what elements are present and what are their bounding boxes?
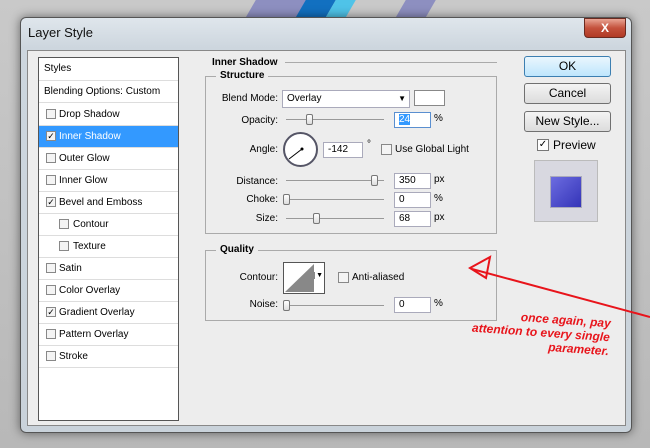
contour-curve-icon (285, 264, 314, 292)
style-item-inner-glow[interactable]: Inner Glow (39, 170, 178, 192)
style-item-label: Drop Shadow (59, 109, 120, 120)
size-slider-thumb[interactable] (313, 213, 320, 224)
angle-unit: ° (367, 139, 371, 150)
style-item-label: Texture (73, 241, 106, 252)
style-item-label: Outer Glow (59, 153, 110, 164)
contour-label: Contour: (239, 272, 278, 283)
checkbox[interactable] (46, 351, 56, 361)
style-item-color-overlay[interactable]: Color Overlay (39, 280, 178, 302)
style-item-label: Inner Glow (59, 175, 108, 186)
style-item-label: Pattern Overlay (59, 329, 129, 340)
style-item-blending-options-custom[interactable]: Blending Options: Custom (39, 81, 178, 103)
size-input[interactable]: 68 (394, 211, 431, 227)
distance-slider-thumb[interactable] (371, 175, 378, 186)
choke-slider-track[interactable] (286, 199, 384, 201)
noise-input[interactable]: 0 (394, 297, 431, 313)
chevron-down-icon: ▼ (314, 272, 323, 279)
anti-aliased-checkbox[interactable] (338, 272, 349, 283)
checkbox[interactable] (46, 285, 56, 295)
checkbox[interactable]: ✓ (46, 131, 56, 141)
contour-picker[interactable]: ▼ (283, 262, 325, 294)
global-light-label: Use Global Light (395, 144, 469, 155)
window-title: Layer Style (28, 25, 94, 40)
noise-slider-thumb[interactable] (283, 300, 290, 311)
checkbox[interactable] (46, 329, 56, 339)
quality-title: Quality (216, 244, 258, 255)
size-unit: px (434, 212, 445, 223)
noise-slider-track[interactable] (286, 305, 384, 307)
styles-list: Styles Blending Options: Custom Drop Shado… (38, 57, 179, 421)
global-light-checkbox[interactable] (381, 144, 392, 155)
style-item-label: Stroke (59, 351, 88, 362)
checkbox[interactable] (46, 263, 56, 273)
size-label: Size: (255, 213, 278, 224)
style-item-label: Color Overlay (59, 285, 121, 296)
style-item-label: Inner Shadow (59, 131, 121, 142)
new-style-button[interactable]: New Style... (524, 111, 611, 132)
style-item-outer-glow[interactable]: Outer Glow (39, 148, 178, 170)
anti-aliased-label: Anti-aliased (352, 272, 405, 283)
cancel-button[interactable]: Cancel (524, 83, 611, 104)
opacity-input[interactable]: 24 (394, 112, 431, 128)
checkbox[interactable] (46, 175, 56, 185)
ok-button[interactable]: OK (524, 56, 611, 77)
style-item-label: Contour (73, 219, 109, 230)
style-item-inner-shadow[interactable]: ✓ Inner Shadow (39, 126, 178, 148)
style-item-texture[interactable]: Texture (39, 236, 178, 258)
structure-title: Structure (216, 70, 269, 81)
choke-unit: % (434, 193, 443, 204)
checkbox[interactable] (46, 153, 56, 163)
blend-mode-value: Overlay (287, 93, 322, 104)
preview-thumbnail (550, 176, 582, 208)
checkbox[interactable]: ✓ (46, 307, 56, 317)
distance-label: Distance: (236, 176, 278, 187)
distance-unit: px (434, 174, 445, 185)
opacity-slider-track[interactable] (286, 119, 384, 121)
opacity-value: 24 (399, 114, 411, 125)
preview-checkbox[interactable]: ✓ (537, 139, 549, 151)
opacity-label: Opacity: (241, 115, 278, 126)
checkbox[interactable] (46, 109, 56, 119)
divider (285, 62, 497, 63)
preview-label: Preview (553, 138, 596, 152)
angle-needle-icon (288, 147, 304, 160)
style-item-drop-shadow[interactable]: Drop Shadow (39, 104, 178, 126)
angle-dial[interactable] (283, 132, 318, 167)
style-item-stroke[interactable]: Stroke (39, 346, 178, 368)
style-item-bevel-and-emboss[interactable]: ✓ Bevel and Emboss (39, 192, 178, 214)
close-button[interactable]: X (584, 18, 626, 38)
style-item-satin[interactable]: Satin (39, 258, 178, 280)
noise-label: Noise: (249, 299, 278, 310)
style-item-label: Bevel and Emboss (59, 197, 143, 208)
distance-slider-track[interactable] (286, 180, 384, 182)
preview-swatch (534, 160, 598, 222)
chevron-down-icon: ▼ (398, 94, 406, 103)
checkbox[interactable] (59, 241, 69, 251)
style-item-label: Blending Options: Custom (44, 86, 161, 97)
opacity-unit: % (434, 113, 443, 124)
angle-label: Angle: (249, 144, 278, 155)
choke-slider-thumb[interactable] (283, 194, 290, 205)
panel-title: Inner Shadow (212, 57, 278, 68)
checkbox[interactable]: ✓ (46, 197, 56, 207)
blend-mode-label: Blend Mode: (221, 93, 278, 104)
style-item-styles[interactable]: Styles (39, 58, 178, 81)
choke-label: Choke: (246, 194, 278, 205)
checkbox[interactable] (59, 219, 69, 229)
shadow-color-swatch[interactable] (414, 90, 445, 106)
distance-input[interactable]: 350 (394, 173, 431, 189)
blend-mode-select[interactable]: Overlay ▼ (282, 90, 410, 108)
style-item-label: Gradient Overlay (59, 307, 135, 318)
style-item-pattern-overlay[interactable]: Pattern Overlay (39, 324, 178, 346)
choke-input[interactable]: 0 (394, 192, 431, 208)
style-item-contour[interactable]: Contour (39, 214, 178, 236)
style-item-label: Styles (44, 63, 72, 74)
opacity-slider-thumb[interactable] (306, 114, 313, 125)
style-item-gradient-overlay[interactable]: ✓ Gradient Overlay (39, 302, 178, 324)
style-item-label: Satin (59, 263, 82, 274)
size-slider-track[interactable] (286, 218, 384, 220)
angle-input[interactable]: -142 (323, 142, 363, 158)
